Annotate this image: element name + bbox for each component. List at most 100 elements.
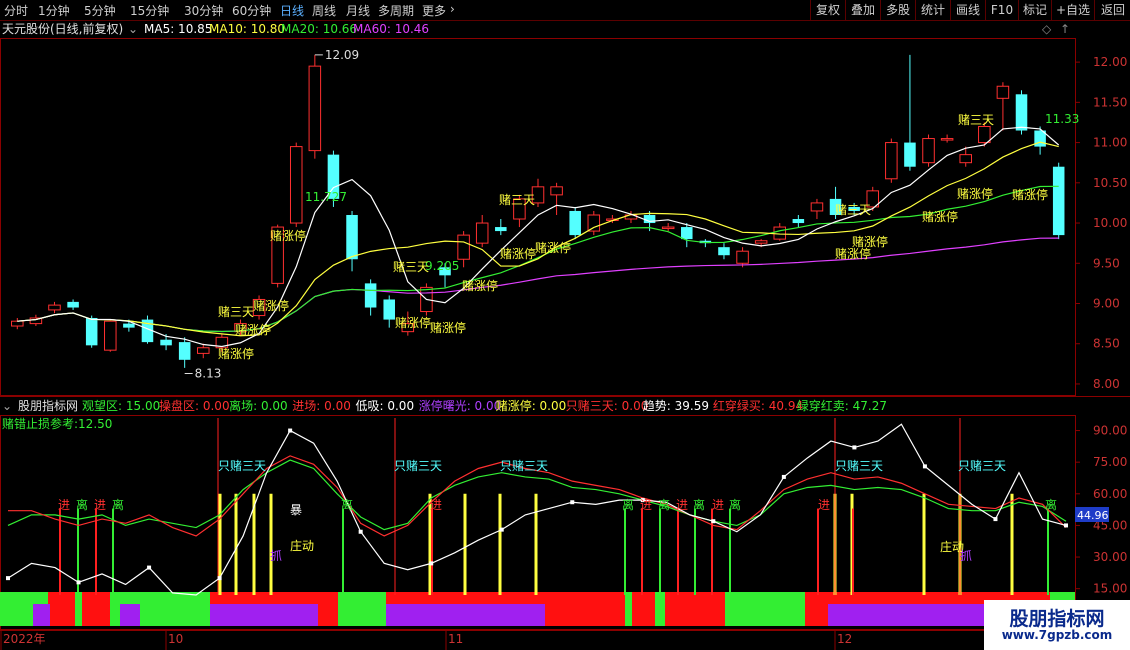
candle-body: [922, 138, 935, 164]
indicator-signal: 进: [712, 498, 724, 512]
trend-dot: [217, 576, 222, 581]
candle-body: [289, 146, 303, 224]
signal-label: 赌三天: [835, 203, 871, 217]
signal-band: [725, 592, 805, 626]
trend-dot: [852, 445, 857, 450]
y-tick-label: 8.50: [1093, 337, 1120, 351]
candle-body: [178, 342, 191, 360]
indicator-signal: 暴: [290, 503, 302, 517]
indicator-signal: 抓: [270, 549, 282, 563]
candle-body: [996, 85, 1010, 99]
candle-body: [85, 317, 98, 346]
candle-body: [160, 339, 172, 346]
low-price-label: 8.13: [195, 366, 222, 380]
signal-band: [665, 592, 700, 626]
y-tick-label: 10.00: [1093, 216, 1127, 230]
signal-label: 赌三天: [393, 260, 429, 274]
current-value-label: 44.96: [1077, 509, 1109, 522]
indicator-signal: 进: [676, 498, 688, 512]
candle-body: [11, 320, 24, 327]
signal-label: 赌涨停: [218, 346, 254, 361]
candle-body: [940, 138, 954, 141]
candle-body: [383, 299, 395, 320]
month-label: 2022年: [3, 632, 46, 646]
signal-label: 赌涨停: [395, 315, 431, 330]
watermark-title: 股朋指标网: [1009, 608, 1105, 630]
signal-band: [700, 592, 725, 626]
month-label: 10: [168, 632, 183, 646]
y-tick-label: 9.00: [1093, 296, 1120, 310]
signal-band-purple: [915, 604, 960, 626]
trend-dot: [781, 474, 786, 479]
indicator-signal: 离: [1045, 497, 1057, 512]
y-tick-label: 8.00: [1093, 377, 1120, 391]
zhi-du-san-tian-label: 只赌三天: [500, 459, 548, 473]
candle-body: [569, 210, 581, 236]
chart-canvas: 12.00 11.50 11.00 10.50 10.00 9.50 9.00 8.50 8.0…: [0, 38, 1130, 650]
indicator-signal: 离: [76, 497, 88, 512]
y-tick-label: 12.00: [1093, 55, 1127, 69]
price-label: 9.205: [425, 259, 459, 273]
signal-label: 赌涨停: [852, 234, 888, 249]
signal-band-purple: [210, 604, 318, 626]
high-price-label: 12.09: [325, 48, 359, 62]
signal-label: 赌三天: [958, 113, 994, 127]
trend-dot: [499, 527, 504, 532]
signal-label: 赌涨停: [535, 240, 571, 255]
indicator-signal: 抓: [960, 549, 972, 563]
candle-body: [475, 222, 489, 244]
signal-band: [655, 592, 665, 626]
candle-body: [587, 214, 601, 232]
zhi-du-san-tian-label: 只赌三天: [958, 459, 1006, 473]
candle-body: [904, 142, 916, 167]
indicator-signal: 进: [94, 498, 106, 512]
candle-body: [346, 214, 358, 260]
y-tick-label: 30.00: [1093, 550, 1127, 564]
candle-body: [681, 227, 693, 240]
signal-label: 赌涨停: [500, 246, 536, 261]
signal-label: 赌涨停: [253, 298, 289, 313]
y-tick-label: 90.00: [1093, 424, 1127, 438]
signal-band-purple: [828, 604, 985, 626]
candle-body: [773, 226, 787, 240]
indicator-signal: 离: [341, 497, 353, 512]
signal-label: 赌三天: [218, 305, 254, 319]
trend-dot: [711, 519, 716, 524]
price-label: 11.727: [305, 190, 347, 204]
zhi-du-san-tian-label: 只赌三天: [835, 459, 883, 473]
price-label: 11.33: [1045, 112, 1079, 126]
candle-body: [792, 219, 805, 224]
signal-band: [632, 592, 655, 626]
signal-band: [625, 592, 632, 626]
trend-dot: [147, 565, 152, 570]
indicator-signal: 离: [658, 497, 670, 512]
trend-dot: [429, 561, 434, 566]
candle-body: [123, 323, 135, 328]
candle-body: [810, 202, 824, 212]
watermark-url: www.7gpzb.com: [1001, 628, 1113, 642]
signal-label: 赌三天: [499, 193, 535, 207]
signal-band-purple: [33, 604, 50, 626]
candle-body: [885, 142, 898, 180]
candle-body: [196, 347, 210, 354]
signal-label: 赌涨停: [922, 209, 958, 224]
candle-body: [959, 154, 972, 164]
trend-dot: [570, 500, 575, 505]
signal-label: 赌涨停: [1012, 187, 1048, 202]
zhi-du-san-tian-label: 只赌三天: [218, 459, 266, 473]
candle-body: [978, 125, 991, 144]
signal-band-purple: [120, 604, 140, 626]
candle-body: [104, 320, 117, 351]
y-tick-label: 10.50: [1093, 176, 1127, 190]
candle-body: [364, 283, 377, 308]
indicator-signal: 离: [693, 497, 705, 512]
signal-label: 赌涨停: [430, 320, 466, 335]
candle-body: [736, 250, 749, 264]
signal-label: 赌涨停: [235, 322, 271, 337]
signal-band: [75, 592, 82, 626]
signal-label: 赌涨停: [957, 186, 993, 201]
signal-label: 赌涨停: [270, 228, 306, 243]
trend-dot: [922, 464, 927, 469]
trend-dot: [76, 580, 81, 585]
trend-dot: [288, 428, 293, 433]
